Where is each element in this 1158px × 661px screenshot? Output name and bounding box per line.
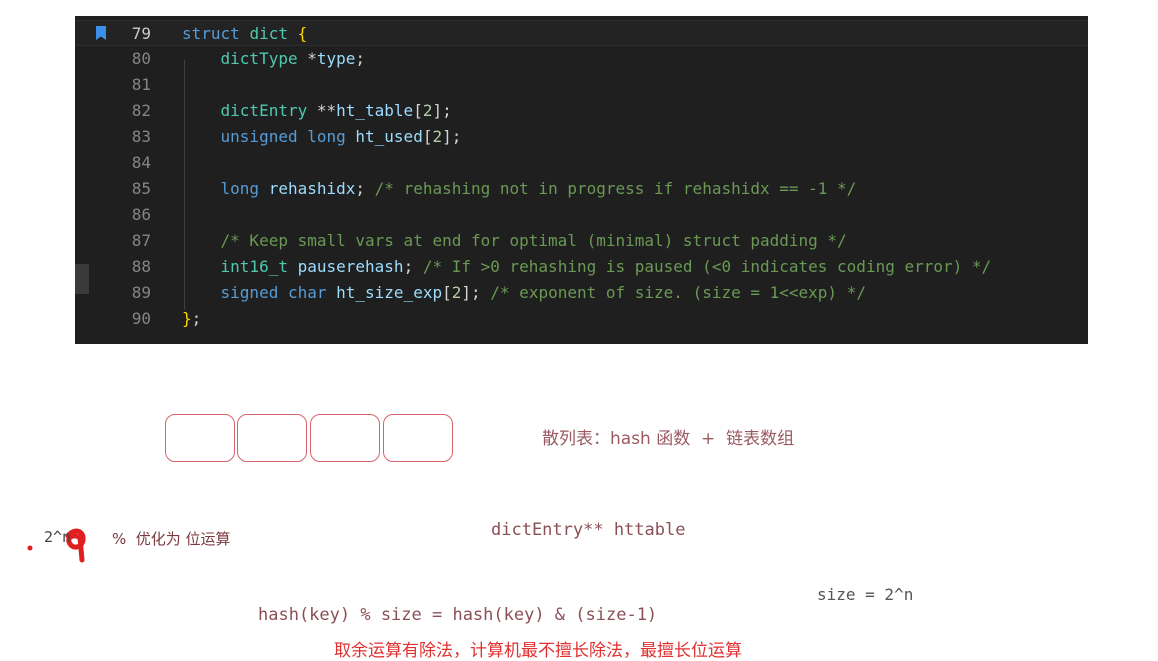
- code-line[interactable]: 81: [75, 72, 1088, 98]
- code-token: [: [413, 101, 423, 120]
- code-token: dict: [249, 24, 298, 43]
- code-token: ;: [403, 257, 423, 276]
- code-line[interactable]: 87 /* Keep small vars at end for optimal…: [75, 228, 1088, 254]
- bucket-cell: [237, 414, 307, 462]
- code-line[interactable]: 82 dictEntry **ht_table[2];: [75, 98, 1088, 124]
- code-text: unsigned long ht_used[2];: [182, 124, 462, 150]
- code-line[interactable]: 84: [75, 150, 1088, 176]
- formula-note: hash(key) % size = hash(key) & (size-1): [258, 605, 658, 625]
- code-token: [: [442, 283, 452, 302]
- code-token: type: [316, 49, 356, 68]
- code-token: /* exponent of size. (size = 1<<exp) */: [490, 283, 866, 302]
- code-token: ht_table: [336, 101, 414, 120]
- code-token: ;: [355, 179, 375, 198]
- code-token: pauserehash: [297, 257, 404, 276]
- code-line[interactable]: 89 signed char ht_size_exp[2]; /* expone…: [75, 280, 1088, 306]
- code-token: ];: [442, 127, 462, 146]
- line-number: 80: [131, 49, 151, 68]
- code-token: unsigned long: [220, 127, 356, 146]
- code-token: ;: [191, 309, 202, 328]
- line-number: 88: [131, 257, 151, 276]
- code-token: ;: [355, 49, 366, 68]
- code-token: /* rehashing not in progress if rehashid…: [374, 179, 857, 198]
- code-line[interactable]: 86: [75, 202, 1088, 228]
- code-token: }: [182, 309, 192, 328]
- code-token: /* Keep small vars at end for optimal (m…: [220, 231, 847, 250]
- code-token: ht_size_exp: [336, 283, 443, 302]
- line-number: 89: [131, 283, 151, 302]
- bucket-cell: [310, 414, 380, 462]
- code-token: dictType: [220, 49, 308, 68]
- code-line[interactable]: 80 dictType *type;: [75, 46, 1088, 72]
- line-number: 84: [131, 153, 151, 172]
- code-text: };: [182, 306, 201, 332]
- code-token: 2: [432, 127, 443, 146]
- explanation-note: 取余运算有除法，计算机最不擅长除法，最擅长位运算: [334, 641, 742, 661]
- code-line[interactable]: 88 int16_t pauserehash; /* If >0 rehashi…: [75, 254, 1088, 280]
- line-number: 79: [131, 24, 151, 43]
- code-line[interactable]: 79 struct dict {: [75, 20, 1088, 46]
- code-editor: 79 struct dict {80 dictType *type; 81 82 di…: [75, 16, 1088, 344]
- line-number: 90: [131, 309, 151, 328]
- line-number: 87: [131, 231, 151, 250]
- code-text: /* Keep small vars at end for optimal (m…: [182, 228, 847, 254]
- code-token: ];: [432, 101, 452, 120]
- code-token: signed char: [220, 283, 337, 302]
- code-token: struct: [182, 24, 250, 43]
- code-text: int16_t pauserehash; /* If >0 rehashing …: [182, 254, 992, 280]
- code-token: int16_t: [220, 257, 298, 276]
- code-token: rehashidx: [268, 179, 356, 198]
- code-line[interactable]: 90};: [75, 306, 1088, 332]
- modulo-note: % 优化为 位运算: [112, 530, 231, 548]
- code-text: long rehashidx; /* rehashing not in prog…: [182, 176, 857, 202]
- line-number: 85: [131, 179, 151, 198]
- size-note: size = 2^n: [817, 585, 914, 604]
- code-token: 2: [451, 283, 462, 302]
- code-token: *: [307, 49, 317, 68]
- code-token: long: [220, 179, 269, 198]
- code-token: /* If >0 rehashing is paused (<0 indicat…: [422, 257, 992, 276]
- code-text: dictType *type;: [182, 46, 366, 72]
- dict-entry-note: dictEntry** httable: [491, 520, 686, 540]
- code-token: {: [297, 24, 308, 43]
- code-token: dictEntry: [220, 101, 317, 120]
- line-number: 83: [131, 127, 151, 146]
- code-text: signed char ht_size_exp[2]; /* exponent …: [182, 280, 866, 306]
- line-number: 86: [131, 205, 151, 224]
- hash-table-note: 散列表：hash 函数 + 链表数组: [542, 429, 795, 449]
- code-token: ht_used: [355, 127, 423, 146]
- code-text: struct dict {: [182, 21, 307, 47]
- code-text: dictEntry **ht_table[2];: [182, 98, 452, 124]
- bucket-cell: [383, 414, 453, 462]
- code-token: ];: [461, 283, 491, 302]
- code-line[interactable]: 85 long rehashidx; /* rehashing not in p…: [75, 176, 1088, 202]
- line-number: 81: [131, 75, 151, 94]
- line-number: 82: [131, 101, 151, 120]
- bookmark-icon[interactable]: [96, 26, 106, 40]
- code-line[interactable]: 83 unsigned long ht_used[2];: [75, 124, 1088, 150]
- bucket-cell: [165, 414, 235, 462]
- power-note: 2^n: [44, 528, 72, 546]
- code-token: **: [316, 101, 337, 120]
